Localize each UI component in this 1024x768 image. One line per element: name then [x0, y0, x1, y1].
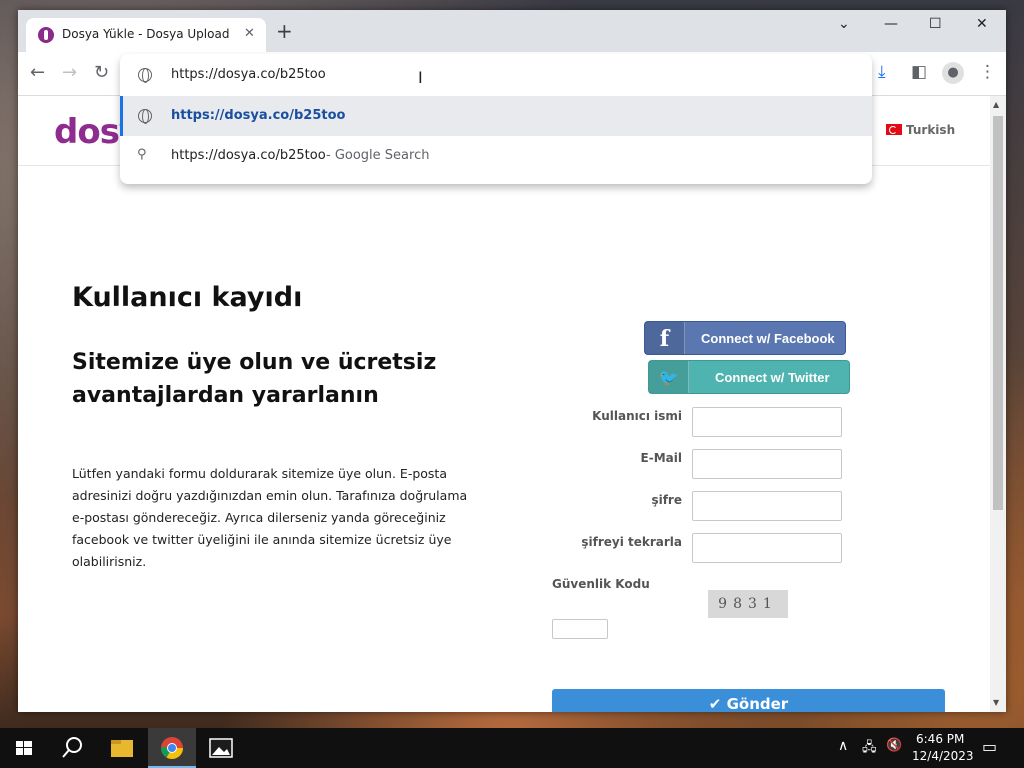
start-button[interactable]	[0, 728, 48, 768]
captcha-label: Güvenlik Kodu	[552, 577, 650, 591]
file-explorer-button[interactable]	[98, 728, 146, 768]
globe-icon	[138, 109, 152, 124]
search-taskbar-button[interactable]	[48, 728, 96, 768]
maximize-button[interactable]: ☐	[929, 16, 942, 32]
captcha-input[interactable]	[552, 619, 608, 639]
page-description: Lütfen yandaki formu doldurarak sitemize…	[72, 466, 468, 569]
minimize-button[interactable]: —	[884, 16, 898, 32]
notifications-icon[interactable]: ▭	[982, 737, 997, 756]
volume-muted-icon[interactable]: 🔇	[886, 738, 902, 753]
search-icon: ⚲	[137, 147, 147, 162]
scroll-down-icon[interactable]: ▼	[993, 698, 999, 707]
scroll-up-icon[interactable]: ▲	[993, 100, 999, 109]
chrome-taskbar-button[interactable]	[148, 728, 196, 768]
username-label: Kullanıcı ismi	[592, 409, 682, 423]
facebook-button-label: Connect w/ Facebook	[701, 331, 835, 346]
omnibox-suggestion-search[interactable]: ⚲ https://dosya.co/b25too - Google Searc…	[120, 136, 872, 176]
photos-icon	[209, 738, 233, 758]
forward-button[interactable]: →	[62, 62, 77, 83]
suggestion-search-text: https://dosya.co/b25too	[171, 148, 326, 163]
page-scrollbar[interactable]: ▲ ▼	[990, 96, 1006, 712]
facebook-icon: f	[645, 322, 685, 354]
password-repeat-label: şifreyi tekrarla	[581, 535, 682, 549]
facebook-connect-button[interactable]: f Connect w/ Facebook	[644, 321, 846, 355]
tray-chevron-icon[interactable]: ∧	[838, 738, 848, 754]
turkey-flag-icon	[886, 124, 902, 135]
suggestion-search-suffix: - Google Search	[326, 148, 430, 163]
twitter-bird-icon: 🐦	[649, 361, 689, 393]
email-label: E-Mail	[640, 451, 682, 465]
page-subtitle: Sitemize üye olun ve ücretsiz avantajlar…	[72, 350, 437, 408]
chrome-icon	[161, 737, 183, 759]
side-panel-icon[interactable]: ◧	[911, 62, 927, 82]
globe-icon	[138, 68, 152, 83]
twitter-button-label: Connect w/ Twitter	[715, 370, 830, 385]
text-cursor-icon: I	[418, 68, 423, 87]
folder-icon	[111, 740, 133, 757]
captcha-image: 9831	[708, 590, 788, 618]
address-bar[interactable]: https://dosya.co/b25too I	[120, 54, 872, 96]
browser-window: Dosya Yükle - Dosya Upload ✕ + ⌄ — ☐ ✕ ←…	[18, 10, 1006, 712]
tab-search-dropdown-icon[interactable]: ⌄	[838, 16, 850, 32]
photos-taskbar-button[interactable]	[197, 728, 245, 768]
language-selector[interactable]: Turkish	[886, 123, 955, 137]
language-label: Turkish	[906, 123, 956, 137]
tab-close-icon[interactable]: ✕	[244, 26, 255, 41]
suggestion-url-text: https://dosya.co/b25too	[171, 108, 346, 123]
back-button[interactable]: ←	[30, 62, 45, 83]
tab-title: Dosya Yükle - Dosya Upload	[62, 27, 230, 41]
new-tab-button[interactable]: +	[276, 21, 293, 41]
clock-date[interactable]: 12/4/2023	[912, 749, 974, 763]
tab-bar: Dosya Yükle - Dosya Upload ✕ + ⌄ — ☐ ✕	[18, 10, 1006, 52]
submit-button[interactable]: ✔ Gönder	[552, 689, 945, 712]
password-input[interactable]	[692, 491, 842, 521]
reload-button[interactable]: ↻	[94, 62, 109, 83]
password-repeat-input[interactable]	[692, 533, 842, 563]
email-input[interactable]	[692, 449, 842, 479]
page-title: Kullanıcı kayıdı	[72, 282, 303, 313]
scrollbar-thumb[interactable]	[993, 116, 1003, 510]
search-icon	[62, 737, 82, 758]
menu-icon[interactable]: ⋮	[979, 62, 996, 82]
windows-logo-icon	[16, 741, 32, 755]
twitter-connect-button[interactable]: 🐦 Connect w/ Twitter	[648, 360, 850, 394]
omnibox-dropdown: https://dosya.co/b25too I https://dosya.…	[120, 54, 872, 184]
download-icon[interactable]: ⤓	[878, 62, 886, 82]
close-window-button[interactable]: ✕	[976, 16, 988, 32]
address-input[interactable]: https://dosya.co/b25too	[171, 67, 326, 82]
site-favicon-icon	[38, 27, 54, 43]
profile-avatar-icon[interactable]: ●	[942, 62, 964, 84]
clock-time[interactable]: 6:46 PM	[916, 732, 964, 746]
taskbar: ∧ 🖧 🔇 6:46 PM 12/4/2023 ▭	[0, 728, 1024, 768]
web-page: dosya Turkish Kullanıcı kayıdı Sitemize …	[18, 96, 990, 712]
network-icon[interactable]: 🖧	[862, 738, 877, 760]
omnibox-suggestion-url[interactable]: https://dosya.co/b25too	[120, 96, 872, 136]
username-input[interactable]	[692, 407, 842, 437]
browser-tab[interactable]: Dosya Yükle - Dosya Upload ✕	[26, 18, 266, 52]
password-label: şifre	[651, 493, 682, 507]
